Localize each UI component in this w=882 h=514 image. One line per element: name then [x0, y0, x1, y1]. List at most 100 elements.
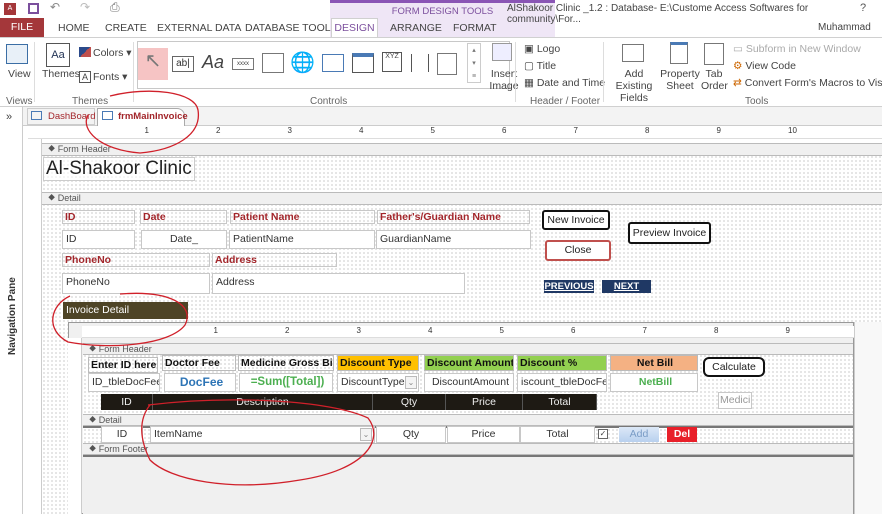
label-date[interactable]: Date [140, 210, 227, 224]
label-discount-percent[interactable]: Discount % [517, 355, 607, 371]
field-net-bill[interactable]: NetBill [610, 373, 698, 392]
field-address[interactable]: Address [212, 273, 465, 294]
field-docfee[interactable]: DocFee [164, 373, 236, 392]
column-header-id[interactable]: ID [101, 394, 153, 410]
tab-database-tools[interactable]: DATABASE TOOLS [245, 20, 338, 36]
logo-button[interactable]: ▣ Logo [524, 43, 560, 55]
fonts-button[interactable]: Fonts ▾ [93, 71, 127, 83]
select-pointer-icon[interactable]: ↖ [138, 48, 168, 80]
property-sheet-button[interactable]: Property Sheet [660, 68, 700, 92]
navigation-pane[interactable]: » Navigation Pane [0, 107, 23, 514]
view-button[interactable]: View [8, 68, 31, 80]
themes-icon[interactable]: Aa [46, 43, 70, 67]
tab-external-data[interactable]: EXTERNAL DATA [157, 20, 241, 36]
colors-button[interactable]: Colors ▾ [93, 47, 132, 59]
close-button[interactable]: Close [545, 240, 611, 261]
themes-button[interactable]: Themes [42, 68, 80, 80]
redo-icon[interactable]: ↷ [80, 0, 90, 14]
field-phone[interactable]: PhoneNo [62, 273, 210, 294]
chevron-down-icon[interactable]: ⌄ [405, 376, 417, 389]
help-button[interactable]: ? [860, 2, 866, 14]
calculate-button[interactable]: Calculate [703, 357, 765, 377]
field-date[interactable]: Date_ [141, 230, 227, 249]
hyperlink-icon[interactable]: 🌐 [290, 50, 315, 75]
print-preview-icon[interactable]: ⎙ [110, 0, 120, 15]
gallery-scroll[interactable]: ▴ ▾ ≡ [467, 43, 481, 83]
subform-section-footer[interactable]: ⯁ Form Footer [83, 443, 853, 455]
user-name[interactable]: Muhammad [818, 22, 871, 33]
detail-field-id[interactable]: ID [101, 426, 143, 443]
navigation-control-icon[interactable] [352, 53, 374, 73]
field-patient-name[interactable]: PatientName [229, 230, 375, 249]
label-medicine-gross-bill[interactable]: Medicine Gross Bill [238, 355, 334, 371]
detail-field-total[interactable]: Total [520, 426, 595, 443]
field-medicine-sum[interactable]: =Sum([Total]) [239, 373, 333, 392]
vertical-scrollbar[interactable] [854, 322, 882, 514]
section-detail[interactable]: ⯁ Detail [42, 192, 882, 205]
label-address[interactable]: Address [212, 253, 337, 267]
tab-design[interactable]: DESIGN [331, 18, 378, 38]
field-id-tbledocfee[interactable]: ID_tbleDocFee [88, 373, 160, 392]
nav-expand-button[interactable]: » [6, 111, 12, 123]
label-discount-amount[interactable]: Discount Amount [424, 355, 514, 371]
date-time-button[interactable]: ▦ Date and Time [524, 77, 605, 89]
detail-checkbox[interactable]: ✓ [598, 429, 608, 439]
label-control-icon[interactable]: Aa [202, 52, 224, 73]
new-invoice-button[interactable]: New Invoice [542, 210, 610, 230]
field-id[interactable]: ID [62, 230, 135, 249]
add-button[interactable]: Add [619, 427, 659, 442]
combo-box-icon[interactable] [437, 53, 457, 75]
view-icon[interactable] [6, 44, 28, 64]
column-header-total[interactable]: Total [523, 394, 597, 410]
form-title-label[interactable]: Al-Shakoor Clinic [43, 157, 195, 181]
column-header-description[interactable]: Description [153, 394, 373, 410]
label-phone[interactable]: PhoneNo [62, 253, 210, 267]
page-break-icon[interactable] [411, 54, 429, 72]
save-icon[interactable] [28, 3, 39, 14]
convert-macros-button[interactable]: ⇄ Convert Form's Macros to Visual B [733, 77, 882, 89]
detail-field-qty[interactable]: Qty [376, 426, 446, 443]
field-discount-percent[interactable]: iscount_tbleDocFe [517, 373, 607, 392]
tab-arrange[interactable]: ARRANGE [390, 20, 442, 36]
preview-invoice-button[interactable]: Preview Invoice [628, 222, 711, 244]
chevron-down-icon[interactable]: ⌄ [360, 428, 372, 441]
column-header-price[interactable]: Price [446, 394, 523, 410]
field-medici[interactable]: Medici [718, 392, 752, 409]
previous-button[interactable]: PREVIOUS [544, 280, 594, 293]
field-guardian-name[interactable]: GuardianName [376, 230, 531, 249]
undo-icon[interactable]: ↶ [50, 0, 60, 14]
tab-format[interactable]: FORMAT [453, 20, 497, 36]
title-label: Title [536, 60, 557, 72]
textbox-control-icon[interactable]: ab| [172, 56, 194, 72]
title-button[interactable]: ▢ Title [524, 60, 556, 72]
label-patient-name[interactable]: Patient Name [230, 210, 375, 224]
discount-type-combo[interactable]: DiscountType ⌄ [337, 373, 419, 392]
insert-image-button[interactable]: Insert Image [484, 68, 524, 92]
tab-create[interactable]: CREATE [105, 20, 147, 36]
field-discount-amount[interactable]: DiscountAmount [424, 373, 514, 392]
add-existing-fields-button[interactable]: Add Existing Fields [608, 68, 660, 104]
del-button[interactable]: Del [667, 427, 697, 442]
next-button[interactable]: NEXT [602, 280, 651, 293]
label-net-bill[interactable]: Net Bill [610, 355, 698, 371]
label-id[interactable]: ID [62, 210, 135, 224]
tab-order-button[interactable]: Tab Order [701, 68, 728, 92]
detail-field-price[interactable]: Price [447, 426, 520, 443]
tab-file[interactable]: FILE [0, 18, 44, 37]
option-group-icon[interactable]: XYZ [382, 52, 402, 72]
invoice-detail-label[interactable]: Invoice Detail [63, 302, 188, 319]
label-guardian-name[interactable]: Father's/Guardian Name [377, 210, 530, 224]
label-doctor-fee[interactable]: Doctor Fee [162, 355, 236, 371]
button-control-icon[interactable]: xxxx [232, 58, 254, 70]
section-form-header[interactable]: ⯁ Form Header [42, 143, 882, 156]
tab-control-icon[interactable] [262, 53, 284, 73]
view-code-button[interactable]: ⚙ View Code [733, 60, 796, 72]
tab-home[interactable]: HOME [58, 20, 90, 36]
subform-section-detail[interactable]: ⯁ Detail [83, 414, 853, 426]
subform-section-header[interactable]: ⯁ Form Header [83, 343, 853, 355]
label-discount-type[interactable]: Discount Type [337, 355, 419, 371]
web-browser-icon[interactable] [322, 54, 344, 72]
label-enter-id[interactable]: Enter ID here [88, 357, 158, 373]
item-name-combo[interactable]: ItemName ⌄ [150, 426, 375, 443]
column-header-qty[interactable]: Qty [373, 394, 446, 410]
